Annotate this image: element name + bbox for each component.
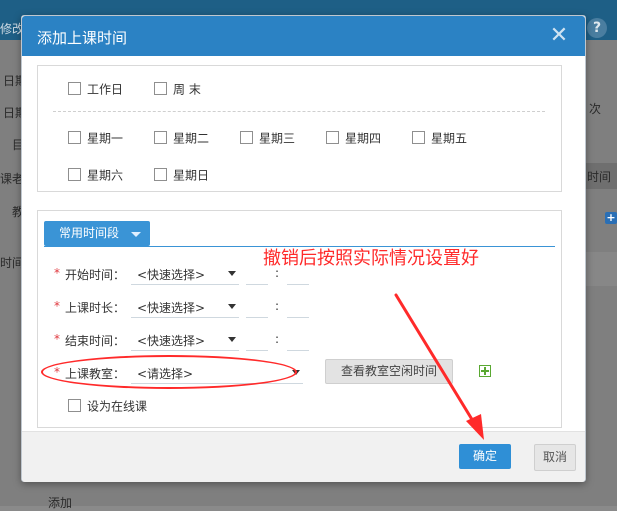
background-text: 添加: [48, 496, 73, 510]
dialog-header: 添加上课时间 ✕: [22, 16, 585, 56]
checkbox-box[interactable]: [154, 82, 167, 95]
end-time-select[interactable]: <快速选择>: [131, 329, 239, 351]
start-time-select[interactable]: <快速选择>: [131, 263, 239, 285]
checkbox-box[interactable]: [326, 131, 339, 144]
end-time-row: * 结束时间： <快速选择> :: [54, 329, 354, 351]
select-value: <快速选择>: [137, 301, 206, 315]
help-icon: ?: [587, 18, 607, 38]
chevron-down-icon: [131, 232, 141, 237]
checkbox-box[interactable]: [68, 168, 81, 181]
start-time-label: 开始时间：: [65, 268, 126, 282]
duration-row: * 上课时长： <快速选择> :: [54, 296, 354, 318]
background-plus-icon: +: [605, 211, 617, 224]
checkbox-friday[interactable]: 星期五: [412, 130, 467, 146]
checkbox-online-class[interactable]: 设为在线课: [68, 398, 147, 414]
dropdown-arrow-icon: [228, 271, 236, 276]
time-panel: 常用时间段 * 开始时间： <快速选择> : * 上课时长： <快速选择>: …: [37, 210, 562, 428]
view-classroom-availability-button[interactable]: 查看教室空闲时间: [325, 359, 453, 384]
dialog-footer: 确定 取消: [22, 431, 585, 482]
checkbox-label: 设为在线课: [87, 399, 148, 414]
checkbox-label: 星期三: [259, 131, 296, 146]
duration-hour-input[interactable]: [246, 296, 268, 318]
checkbox-label: 工作日: [87, 82, 124, 97]
checkbox-box[interactable]: [68, 131, 81, 144]
checkbox-workday[interactable]: 工作日: [68, 81, 123, 97]
checkbox-box[interactable]: [154, 131, 167, 144]
checkbox-box[interactable]: [154, 168, 167, 181]
dropdown-arrow-icon: [228, 337, 236, 342]
dialog-title: 添加上课时间: [37, 29, 128, 47]
background-strip: [584, 252, 617, 286]
end-hour-input[interactable]: [246, 329, 268, 351]
checkbox-weekend[interactable]: 周 末: [154, 81, 201, 97]
classroom-label: 上课教室：: [65, 367, 126, 381]
required-mark: *: [54, 299, 60, 313]
cancel-button[interactable]: 取消: [534, 444, 576, 471]
duration-label: 上课时长：: [65, 301, 126, 315]
common-time-slots-tab[interactable]: 常用时间段: [44, 221, 150, 246]
required-mark: *: [54, 266, 60, 280]
end-minute-input[interactable]: [287, 329, 309, 351]
add-class-time-dialog: 添加上课时间 ✕ 工作日 周 末 星期一 星期二 星期三 星期四 星期五 星期六…: [21, 15, 586, 482]
add-classroom-icon[interactable]: [479, 365, 491, 377]
select-value: <请选择>: [137, 367, 194, 381]
checkbox-sunday[interactable]: 星期日: [154, 167, 209, 183]
required-mark: *: [54, 365, 60, 379]
checkbox-tuesday[interactable]: 星期二: [154, 130, 209, 146]
checkbox-box[interactable]: [68, 399, 81, 412]
checkbox-label: 星期五: [431, 131, 468, 146]
checkbox-thursday[interactable]: 星期四: [326, 130, 381, 146]
tab-label: 常用时间段: [59, 226, 120, 240]
divider: [53, 111, 545, 112]
background-text: 时间: [587, 170, 612, 184]
classroom-row: * 上课教室： <请选择>: [54, 362, 344, 384]
checkbox-box[interactable]: [412, 131, 425, 144]
checkbox-label: 星期六: [87, 168, 124, 183]
days-panel: 工作日 周 末 星期一 星期二 星期三 星期四 星期五 星期六 星期日: [37, 65, 562, 192]
end-time-label: 结束时间：: [65, 334, 126, 348]
background-text: 次: [589, 102, 602, 116]
time-separator: :: [275, 332, 280, 346]
required-mark: *: [54, 332, 60, 346]
checkbox-box[interactable]: [240, 131, 253, 144]
duration-minute-input[interactable]: [287, 296, 309, 318]
checkbox-label: 星期二: [173, 131, 210, 146]
select-value: <快速选择>: [137, 268, 206, 282]
confirm-button[interactable]: 确定: [459, 444, 511, 469]
checkbox-box[interactable]: [68, 82, 81, 95]
dropdown-arrow-icon: [292, 370, 300, 375]
checkbox-label: 星期日: [173, 168, 210, 183]
time-separator: :: [275, 299, 280, 313]
select-value: <快速选择>: [137, 334, 206, 348]
checkbox-label: 星期四: [345, 131, 382, 146]
checkbox-label: 周 末: [173, 82, 201, 97]
annotation-text: 撤销后按照实际情况设置好: [263, 248, 479, 269]
checkbox-wednesday[interactable]: 星期三: [240, 130, 295, 146]
close-icon[interactable]: ✕: [548, 25, 570, 47]
dropdown-arrow-icon: [228, 304, 236, 309]
duration-select[interactable]: <快速选择>: [131, 296, 239, 318]
checkbox-label: 星期一: [87, 131, 124, 146]
checkbox-monday[interactable]: 星期一: [68, 130, 123, 146]
checkbox-saturday[interactable]: 星期六: [68, 167, 123, 183]
classroom-select[interactable]: <请选择>: [131, 362, 303, 384]
